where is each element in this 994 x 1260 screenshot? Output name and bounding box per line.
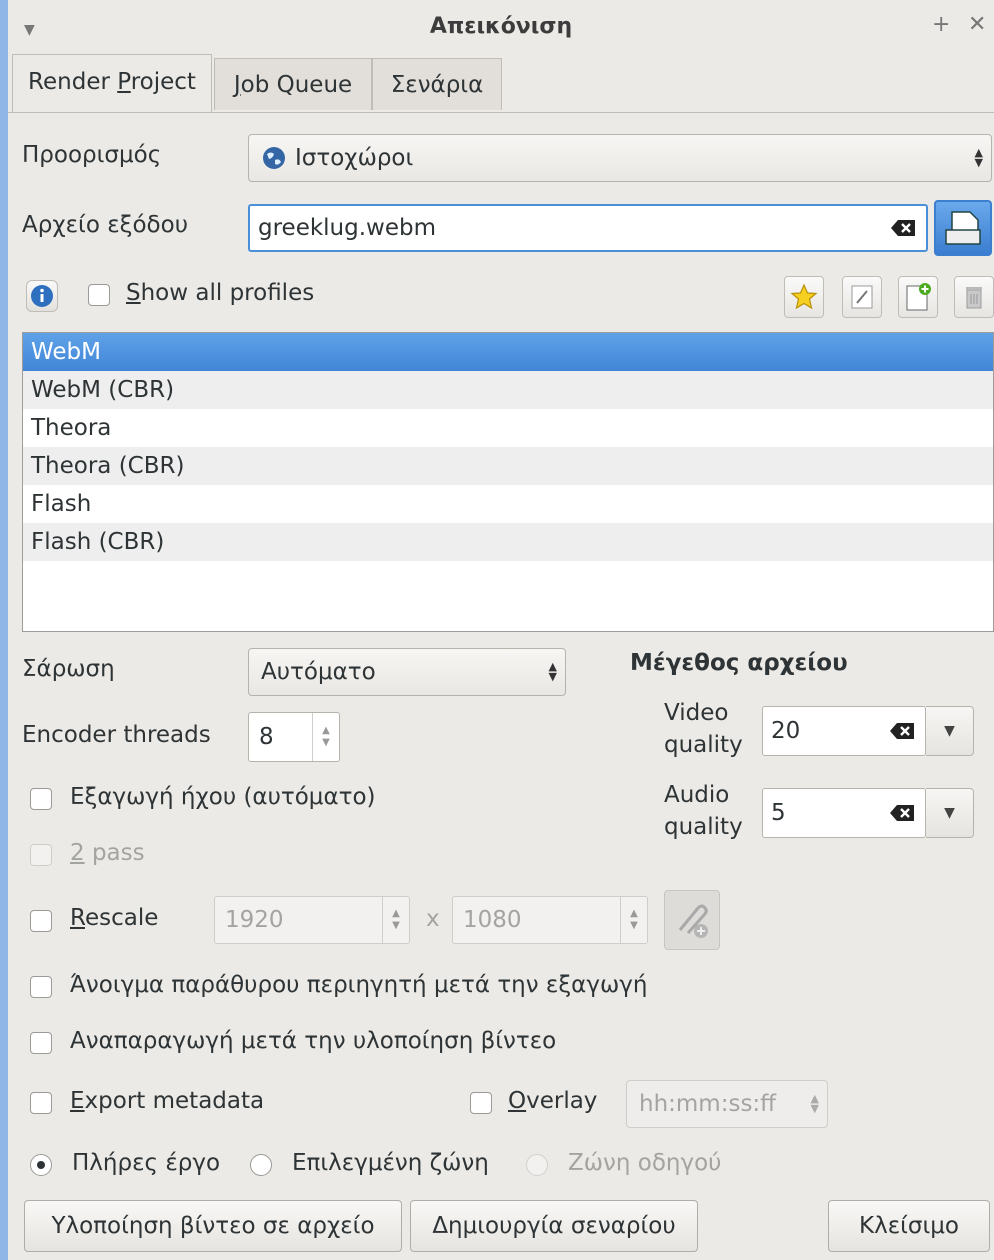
updown-arrows-icon[interactable]: ▲ ▼ (620, 897, 647, 943)
rescale-width-spinbox[interactable]: 1920 ▲ ▼ (214, 896, 410, 944)
export-audio-checkbox[interactable] (30, 788, 52, 810)
new-profile-button[interactable] (898, 276, 938, 318)
video-quality-value: 20 (771, 718, 801, 744)
video-quality-dropdown[interactable]: ▼ (926, 706, 974, 756)
clear-icon[interactable] (889, 804, 915, 822)
tab-job-queue[interactable]: Job Queue (214, 58, 372, 110)
encoder-threads-spinbox[interactable]: 8 ▲ ▼ (248, 712, 340, 762)
destination-label: Προορισμός (22, 142, 162, 168)
updown-arrows-icon: ▲ ▼ (974, 146, 983, 169)
export-metadata-label: Export metadata (70, 1088, 265, 1114)
chevron-down-icon: ▼ (944, 723, 955, 739)
globe-icon (263, 147, 285, 169)
video-quality-input[interactable]: 20 (762, 706, 926, 756)
render-to-file-button[interactable]: Υλοποίηση βίντεο σε αρχείο (24, 1200, 402, 1252)
audio-quality-input[interactable]: 5 (762, 788, 926, 838)
render-dialog: ▼ Απεικόνιση + ✕ Render Project Job Queu… (8, 0, 994, 1260)
updown-arrows-icon[interactable]: ▲ ▼ (382, 897, 409, 943)
encoder-threads-value: 8 (259, 724, 274, 750)
favorite-profile-button[interactable] (784, 276, 824, 318)
rescale-label: Rescale (70, 905, 159, 931)
scan-combo[interactable]: Αυτόματο ▲ ▼ (248, 648, 566, 696)
updown-arrows-icon: ▲ ▼ (548, 660, 557, 683)
encoder-threads-label: Encoder threads (22, 722, 211, 748)
updown-arrows-icon: ▲ ▼ (810, 1092, 819, 1115)
rescale-height-spinbox[interactable]: 1080 ▲ ▼ (452, 896, 648, 944)
output-file-value: greeklug.webm (258, 215, 437, 241)
clear-icon[interactable] (889, 722, 915, 740)
edit-icon (851, 285, 873, 309)
profile-item[interactable]: Theora (CBR) (23, 447, 993, 485)
overlay-checkbox[interactable] (470, 1092, 492, 1114)
scan-label: Σάρωση (22, 656, 115, 682)
new-document-icon (906, 283, 931, 311)
show-all-profiles-checkbox[interactable] (88, 284, 110, 306)
trash-icon (966, 287, 982, 309)
generate-script-button[interactable]: Δημιουργία σεναρίου (410, 1200, 698, 1252)
delete-profile-button[interactable] (954, 276, 994, 318)
selected-zone-label: Επιλεγμένη ζώνη (292, 1150, 489, 1176)
destination-combo[interactable]: Ιστοχώροι ▲ ▼ (248, 134, 992, 182)
chevron-down-icon: ▼ (944, 805, 955, 821)
audio-quality-label-line2: quality (664, 814, 743, 840)
audio-quality-dropdown[interactable]: ▼ (926, 788, 974, 838)
output-file-input[interactable]: greeklug.webm (248, 204, 928, 252)
overlay-label: Overlay (508, 1088, 598, 1114)
full-project-label: Πλήρες έργο (72, 1150, 221, 1176)
updown-arrows-icon[interactable]: ▲ ▼ (312, 713, 339, 761)
profile-item[interactable]: Flash (CBR) (23, 523, 993, 561)
open-browser-label: Άνοιγμα παράθυρου περιηγητή μετά την εξα… (70, 972, 648, 998)
guide-zone-radio[interactable] (526, 1154, 548, 1176)
rescale-width-value: 1920 (225, 907, 284, 933)
play-after-checkbox[interactable] (30, 1032, 52, 1054)
two-pass-label: 2 pass (70, 840, 145, 866)
export-metadata-checkbox[interactable] (30, 1092, 52, 1114)
overlay-combo[interactable]: hh:mm:ss:ff ▲ ▼ (626, 1080, 828, 1128)
audio-quality-value: 5 (771, 800, 786, 826)
tab-scripts[interactable]: Σενάρια (372, 58, 502, 110)
close-button[interactable]: Κλείσιμο (828, 1200, 990, 1252)
show-all-profiles-label: Show all profiles (126, 280, 315, 306)
profile-item[interactable]: WebM (23, 333, 993, 371)
link-add-icon (678, 904, 708, 938)
tab-bar: Render Project Job Queue Σενάρια (8, 54, 994, 113)
guide-zone-label: Ζώνη οδηγού (568, 1150, 722, 1176)
profile-list: WebM WebM (CBR) Theora Theora (CBR) Flas… (22, 332, 994, 632)
tab-render-project[interactable]: Render Project (12, 54, 212, 112)
star-icon (790, 283, 818, 310)
window-title: Απεικόνιση (429, 14, 573, 39)
file-size-heading: Μέγεθος αρχείου (630, 650, 848, 676)
rescale-separator: x (426, 906, 440, 932)
info-button[interactable] (26, 280, 58, 312)
save-file-icon (945, 211, 981, 245)
full-project-radio[interactable] (30, 1154, 52, 1176)
video-quality-label-line1: Video (664, 700, 729, 726)
edit-profile-button[interactable] (842, 276, 882, 318)
destination-value: Ιστοχώροι (295, 145, 414, 171)
overlay-value: hh:mm:ss:ff (639, 1091, 777, 1117)
profile-item[interactable]: Flash (23, 485, 993, 523)
scan-value: Αυτόματο (261, 659, 376, 685)
save-as-button[interactable] (934, 200, 992, 256)
profile-item[interactable]: Theora (23, 409, 993, 447)
profile-item[interactable]: WebM (CBR) (23, 371, 993, 409)
selected-zone-radio[interactable] (250, 1154, 272, 1176)
play-after-label: Αναπαραγωγή μετά την υλοποίηση βίντεο (70, 1028, 557, 1054)
close-icon[interactable]: ✕ (968, 12, 986, 37)
output-file-label: Αρχείο εξόδου (22, 212, 188, 238)
rescale-checkbox[interactable] (30, 910, 52, 932)
clear-icon[interactable] (890, 219, 916, 237)
two-pass-checkbox[interactable] (30, 844, 52, 866)
video-quality-label-line2: quality (664, 732, 743, 758)
export-audio-label: Εξαγωγή ήχου (αυτόματο) (70, 784, 376, 810)
audio-quality-label-line1: Audio (664, 782, 730, 808)
float-icon[interactable]: + (932, 12, 950, 37)
rescale-height-value: 1080 (463, 907, 522, 933)
info-icon (31, 285, 53, 307)
title-bar: ▼ Απεικόνιση + ✕ (8, 0, 994, 58)
open-browser-checkbox[interactable] (30, 976, 52, 998)
lock-aspect-button[interactable] (664, 890, 720, 950)
